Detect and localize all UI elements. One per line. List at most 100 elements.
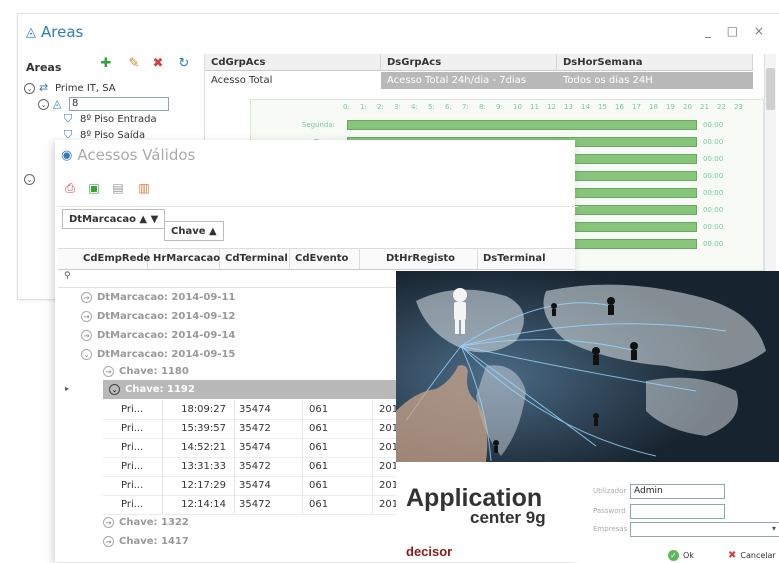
grid-cell[interactable]: Todos os dias 24H xyxy=(557,72,753,89)
user-label: Utilizador xyxy=(593,487,627,495)
table-cell: Pri... xyxy=(115,400,163,419)
cancel-label: Cancelar xyxy=(740,550,776,560)
schedule-hour-label: 18 xyxy=(649,103,658,111)
export-excel-icon[interactable]: ▣ xyxy=(87,180,101,196)
acessos-title: ◉ Acessos Válidos xyxy=(61,146,195,164)
export-doc-icon[interactable]: ▤ xyxy=(111,180,125,196)
schedule-end-time: 00:00 xyxy=(703,189,724,197)
export-image-icon[interactable]: ▥ xyxy=(137,180,151,196)
grid-cell-text: Acesso Total 24h/dia - 7dias xyxy=(387,75,527,86)
tree-node-company[interactable]: ⌄ ⇄ Prime IT, SA xyxy=(24,82,116,94)
company-icon: ⇄ xyxy=(39,81,49,94)
areas-window-title: ◬ Areas xyxy=(26,23,83,41)
tree-node-entrance[interactable]: ⛉ 8º Piso Entrada xyxy=(64,113,157,125)
schedule-hour-label: 11 xyxy=(530,103,539,111)
edit-icon[interactable]: ✎ xyxy=(126,56,142,72)
expand-icon[interactable]: → xyxy=(81,291,92,303)
table-cell: 15:39:57 xyxy=(163,419,235,438)
schedule-day-bar[interactable] xyxy=(347,120,697,130)
column-header-cdemprede[interactable]: CdEmpRede xyxy=(78,249,150,269)
group-row-chave[interactable]: → Chave: 1417 xyxy=(103,532,189,550)
tree-node-label: Prime IT, SA xyxy=(55,82,116,94)
expand-icon[interactable]: → xyxy=(103,535,114,547)
group-row-chave[interactable]: → Chave: 1180 xyxy=(103,362,189,380)
areas-toolbar: ✚ ✎ ✖ ↻ xyxy=(88,56,198,74)
column-header-dshorsemana[interactable]: DsHorSemana xyxy=(557,54,753,71)
table-cell: 35472 xyxy=(233,419,303,438)
schedule-end-time: 00:00 xyxy=(703,172,724,180)
company-select[interactable]: ▾ xyxy=(630,522,779,537)
column-header-dthrregisto[interactable]: DtHrRegisto xyxy=(360,249,478,269)
terminal-icon: ⛉ xyxy=(64,112,73,125)
company-label: Empresas xyxy=(593,525,628,533)
table-cell: 13:31:33 xyxy=(163,457,235,476)
table-cell: 35474 xyxy=(233,400,303,419)
delete-icon[interactable]: ✖ xyxy=(150,56,166,72)
column-header-dsterminal[interactable]: DsTerminal xyxy=(478,249,575,269)
table-cell: 14:52:21 xyxy=(163,438,235,457)
app-subtitle: center 9g xyxy=(470,508,546,527)
cancel-icon: ✖ xyxy=(728,549,737,561)
column-header-cdevento[interactable]: CdEvento xyxy=(290,249,360,269)
collapse-icon[interactable]: ⌄ xyxy=(24,82,35,94)
collapse-icon[interactable]: ⌄ xyxy=(24,174,35,185)
refresh-icon[interactable]: ↻ xyxy=(176,56,192,72)
grid-cell[interactable]: Acesso Total xyxy=(205,72,381,89)
group-row-label: Chave: 1322 xyxy=(119,516,189,528)
table-cell: 35474 xyxy=(233,438,303,457)
schedule-hour-label: 9: xyxy=(496,103,503,111)
schedule-end-time: 00:00 xyxy=(703,206,724,214)
password-input[interactable] xyxy=(630,504,725,519)
schedule-hour-label: 14 xyxy=(581,103,590,111)
vertical-scrollbar[interactable] xyxy=(764,54,776,294)
schedule-day-row: Segunda: 00:00 xyxy=(251,118,763,132)
column-header-cdgrpacs[interactable]: CdGrpAcs xyxy=(205,54,381,71)
filter-icon[interactable]: ⚲ xyxy=(64,271,71,281)
ok-button[interactable]: ✓ Ok xyxy=(668,547,694,563)
window-controls[interactable]: _ □ × xyxy=(705,24,770,38)
tree-node-floor[interactable]: ⌄ ◬ 8 xyxy=(38,97,169,111)
areas-icon: ◬ xyxy=(26,24,36,40)
area-icon: ◬ xyxy=(53,97,62,110)
group-row-date[interactable]: ⌄ DtMarcacao: 2014-09-15 xyxy=(81,345,235,363)
group-chip-chave[interactable]: Chave ▲ xyxy=(164,221,224,241)
column-header-hrmarcacao[interactable]: HrMarcacao xyxy=(148,249,220,269)
schedule-hour-label: 23 xyxy=(734,103,743,111)
group-chip-dtmarcacao[interactable]: DtMarcacao ▲ ▼ xyxy=(62,209,166,229)
scroll-thumb[interactable] xyxy=(766,68,775,110)
collapse-icon[interactable]: ⌄ xyxy=(109,383,120,395)
column-header-dsgrpacs[interactable]: DsGrpAcs xyxy=(381,54,557,71)
schedule-hours: 0: 1: 2: 3: 4: 5: 6: 7: 8: 9: 10 11 12 13 14 15 16 17 18 19… xyxy=(343,103,753,113)
group-row-date[interactable]: → DtMarcacao: 2014-09-14 xyxy=(81,326,235,344)
table-cell: 061 xyxy=(303,400,373,419)
expand-icon[interactable]: → xyxy=(81,329,92,341)
user-input[interactable]: Admin xyxy=(630,484,725,499)
group-row-chave[interactable]: → Chave: 1322 xyxy=(103,513,189,531)
schedule-hour-label: 12 xyxy=(547,103,556,111)
group-row-label: Chave: 1417 xyxy=(119,535,189,547)
table-cell: 061 xyxy=(303,419,373,438)
group-row-chave-selected[interactable]: ⌄ Chave: 1192 xyxy=(109,380,195,398)
table-cell: 061 xyxy=(303,438,373,457)
tree-node-collapsed[interactable]: ⌄ xyxy=(24,174,35,185)
group-row-date[interactable]: → DtMarcacao: 2014-09-12 xyxy=(81,307,235,325)
cancel-button[interactable]: ✖ Cancelar xyxy=(728,547,776,563)
column-header-cdterminal[interactable]: CdTerminal xyxy=(220,249,290,269)
expand-icon[interactable]: → xyxy=(103,365,114,377)
schedule-hour-label: 16 xyxy=(615,103,624,111)
schedule-hour-label: 4: xyxy=(411,103,418,111)
schedule-hour-label: 21 xyxy=(700,103,709,111)
collapse-icon[interactable]: ⌄ xyxy=(38,98,49,110)
group-row-date[interactable]: → DtMarcacao: 2014-09-11 xyxy=(81,288,235,306)
table-cell: 061 xyxy=(303,495,373,514)
tree-node-edit-input[interactable]: 8 xyxy=(69,97,169,111)
brand-logo: decisor xyxy=(406,544,453,559)
expand-icon[interactable]: → xyxy=(103,516,114,528)
current-row-indicator-icon: ▸ xyxy=(65,384,70,393)
table-cell: 061 xyxy=(303,457,373,476)
collapse-icon[interactable]: ⌄ xyxy=(81,348,92,360)
add-icon[interactable]: ✚ xyxy=(98,56,114,72)
export-pdf-icon[interactable]: ⎙ xyxy=(63,180,77,196)
group-row-label: DtMarcacao: 2014-09-15 xyxy=(97,348,236,360)
expand-icon[interactable]: → xyxy=(81,310,92,322)
